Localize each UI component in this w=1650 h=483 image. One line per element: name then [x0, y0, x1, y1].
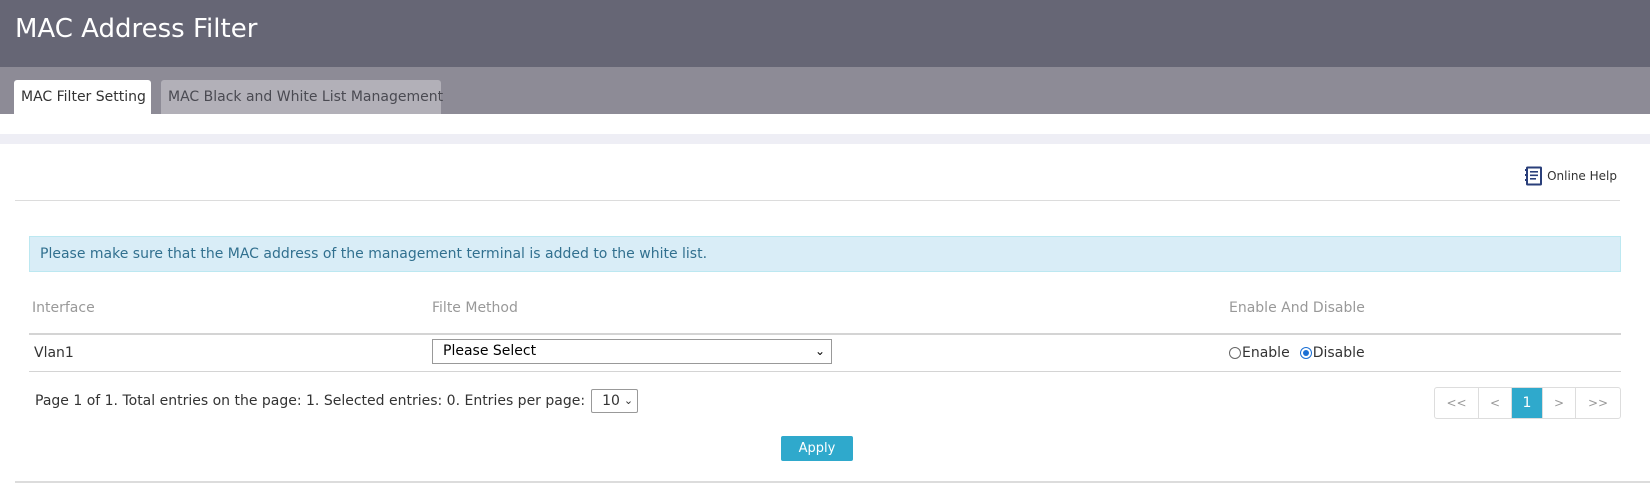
column-header-interface: Interface — [32, 300, 95, 316]
entries-per-page-select[interactable]: 10 ⌄ — [591, 389, 639, 413]
filter-method-value: Please Select — [443, 343, 537, 359]
pagination-info: Page 1 of 1. Total entries on the page: … — [35, 389, 639, 413]
chevron-down-icon: ⌄ — [623, 394, 634, 407]
online-help-link[interactable]: Online Help — [1525, 166, 1617, 186]
entries-per-page-value: 10 — [602, 393, 620, 409]
help-book-icon — [1525, 166, 1543, 186]
online-help-label: Online Help — [1547, 169, 1617, 183]
first-page-button[interactable]: << — [1435, 388, 1479, 418]
column-header-enable-disable: Enable And Disable — [1229, 300, 1365, 316]
page-title: MAC Address Filter — [15, 14, 258, 44]
divider — [15, 200, 1620, 201]
apply-button[interactable]: Apply — [781, 436, 853, 461]
enable-label: Enable — [1242, 345, 1290, 361]
notice-banner: Please make sure that the MAC address of… — [29, 236, 1621, 272]
enable-radio[interactable] — [1229, 347, 1241, 359]
disable-label: Disable — [1312, 345, 1365, 361]
page-1-button[interactable]: 1 — [1512, 388, 1543, 418]
next-page-button[interactable]: > — [1543, 388, 1576, 418]
column-header-filter-method: Filte Method — [432, 300, 518, 316]
page-header: MAC Address Filter — [0, 0, 1650, 67]
pagination-info-text: Page 1 of 1. Total entries on the page: … — [35, 393, 586, 409]
enable-disable-group: Enable Disable — [1229, 345, 1375, 361]
table-row-divider — [29, 371, 1621, 372]
tab-mac-black-white-list[interactable]: MAC Black and White List Management — [161, 80, 443, 114]
tab-mac-filter-setting[interactable]: MAC Filter Setting — [14, 80, 151, 114]
last-page-button[interactable]: >> — [1576, 388, 1620, 418]
prev-page-button[interactable]: < — [1479, 388, 1512, 418]
help-row: Online Help — [0, 144, 1650, 201]
chevron-down-icon: ⌄ — [814, 344, 825, 358]
table-header-divider — [29, 333, 1621, 335]
filter-method-select[interactable]: Please Select ⌄ — [432, 339, 832, 364]
pagination-controls: << < 1 > >> — [1434, 387, 1621, 419]
interface-cell: Vlan1 — [34, 345, 74, 361]
tab-bar: MAC Filter Setting MAC Black and White L… — [0, 67, 1650, 114]
section-divider — [0, 134, 1650, 144]
disable-radio[interactable] — [1299, 347, 1312, 359]
